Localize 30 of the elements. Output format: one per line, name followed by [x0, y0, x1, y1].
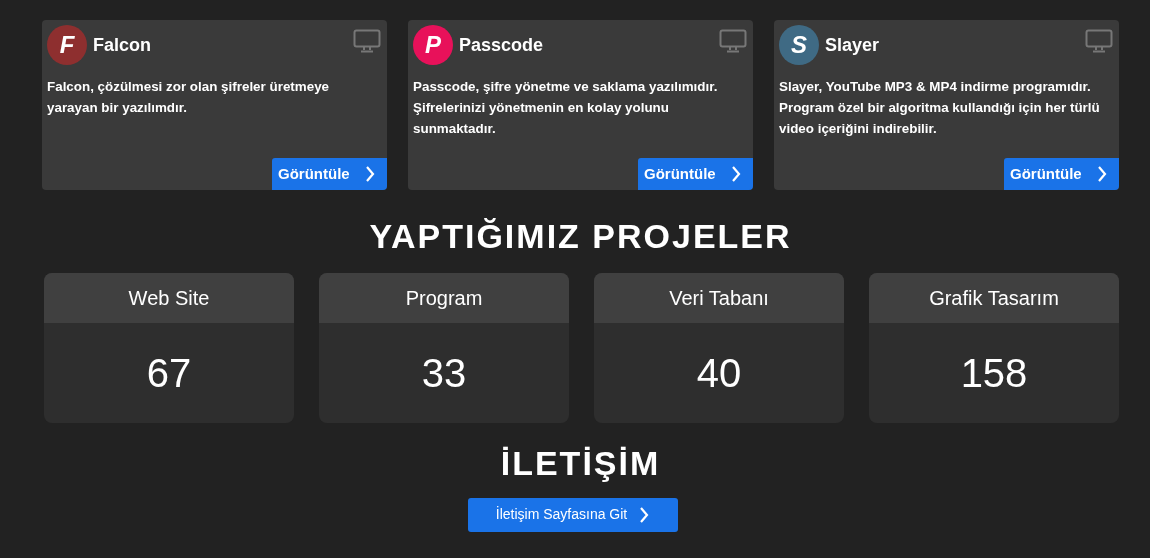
chevron-right-icon — [365, 166, 375, 182]
monitor-icon — [719, 29, 747, 53]
monitor-icon — [1085, 29, 1113, 53]
view-button[interactable]: Görüntüle — [1004, 158, 1119, 190]
app-logo: P — [413, 25, 453, 65]
stat-label: Web Site — [44, 272, 294, 323]
stat-value: 40 — [695, 349, 743, 397]
app-name: Falcon — [93, 33, 151, 57]
stat-value: 67 — [145, 349, 193, 397]
app-description: Falcon, çözülmesi zor olan şifreler üretmeye yarayan bir yazılımdır. — [47, 78, 331, 117]
section-title: İLETİŞİM — [499, 442, 662, 484]
app-description: Slayer, YouTube MP3 & MP4 indirme programıdır. Program özel bir algoritma kullandığı için her türlü video içeriğini indirebilir. — [779, 78, 1101, 138]
app-logo: F — [47, 25, 87, 65]
chevron-right-icon — [639, 506, 650, 523]
app-description: Passcode, şifre yönetme ve saklama yazılımıdır. Şifrelerinizi yönetmenin en kolay yolunu sunmaktadır. — [413, 78, 719, 138]
stat-label: Veri Tabanı — [594, 272, 844, 323]
stat-value: 158 — [959, 349, 1029, 397]
view-button[interactable]: Görüntüle — [272, 158, 387, 190]
stat-value: 33 — [420, 349, 468, 397]
app-name: Passcode — [459, 33, 544, 57]
stat-label: Program — [319, 272, 569, 323]
chevron-right-icon — [1097, 166, 1107, 182]
chevron-right-icon — [731, 166, 741, 182]
app-logo: S — [779, 25, 819, 65]
app-name: Slayer — [825, 33, 880, 57]
contact-button[interactable]: İletişim Sayfasına Git — [467, 497, 678, 532]
section-title: YAPTIĞIMIZ PROJELER — [368, 216, 793, 257]
stat-label: Grafik Tasarım — [869, 272, 1119, 323]
view-button[interactable]: Görüntüle — [638, 158, 753, 190]
monitor-icon — [353, 29, 381, 53]
